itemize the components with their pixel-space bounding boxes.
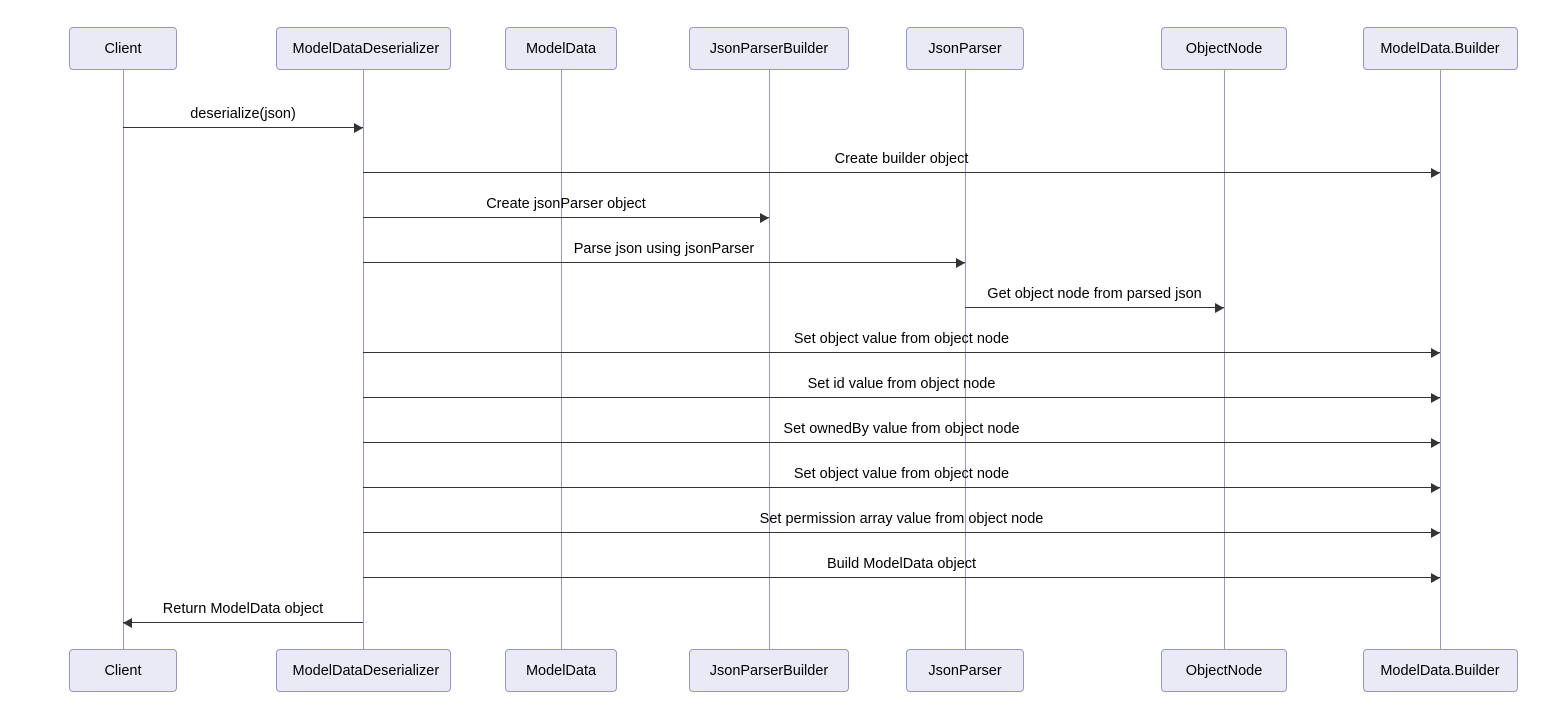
arrow-head-icon	[1431, 393, 1440, 403]
message-label: Set object value from object node	[794, 466, 1009, 482]
arrow-head-icon	[1215, 303, 1224, 313]
participant-label: ModelData	[526, 41, 596, 57]
message-label: deserialize(json)	[190, 106, 296, 122]
participant-label: ModelData.Builder	[1380, 41, 1499, 57]
message-arrow	[123, 127, 363, 128]
lifeline	[123, 70, 125, 650]
message-arrow	[363, 442, 1440, 443]
lifeline	[1224, 70, 1226, 650]
participant-label: ModelDataDeserializer	[293, 41, 440, 57]
participant-label: JsonParser	[928, 663, 1001, 679]
arrow-head-icon	[1431, 483, 1440, 493]
message-label: Set ownedBy value from object node	[783, 421, 1019, 437]
participant-box: JsonParserBuilder	[689, 649, 849, 692]
message-label: Build ModelData object	[827, 556, 976, 572]
participant-box: Client	[69, 27, 177, 70]
participant-label: ObjectNode	[1186, 41, 1263, 57]
arrow-head-icon	[760, 213, 769, 223]
arrow-head-icon	[1431, 168, 1440, 178]
lifeline	[561, 70, 563, 650]
message-label: Create builder object	[835, 151, 969, 167]
participant-box: Client	[69, 649, 177, 692]
participant-label: ModelData.Builder	[1380, 663, 1499, 679]
arrow-head-icon	[354, 123, 363, 133]
participant-box: ModelData.Builder	[1363, 649, 1518, 692]
message-label: Set id value from object node	[808, 376, 996, 392]
message-label: Create jsonParser object	[486, 196, 646, 212]
participant-label: ModelData	[526, 663, 596, 679]
message-arrow	[363, 172, 1440, 173]
message-label: Get object node from parsed json	[987, 286, 1201, 302]
message-label: Parse json using jsonParser	[574, 241, 755, 257]
message-arrow	[363, 217, 769, 218]
participant-label: JsonParserBuilder	[710, 41, 828, 57]
participant-box: JsonParserBuilder	[689, 27, 849, 70]
message-arrow	[965, 307, 1224, 308]
arrow-head-icon	[1431, 573, 1440, 583]
participant-box: ModelDataDeserializer	[276, 27, 451, 70]
participant-label: JsonParser	[928, 41, 1001, 57]
sequence-diagram: Client ModelDataDeserializer ModelData Json…	[10, 10, 1558, 710]
arrow-head-icon	[956, 258, 965, 268]
participant-box: ModelDataDeserializer	[276, 649, 451, 692]
lifeline	[1440, 70, 1442, 650]
message-arrow	[363, 262, 965, 263]
message-arrow	[363, 577, 1440, 578]
arrow-head-icon	[1431, 348, 1440, 358]
participant-box: ObjectNode	[1161, 27, 1287, 70]
message-label: Set object value from object node	[794, 331, 1009, 347]
participant-label: Client	[104, 41, 141, 57]
lifeline	[769, 70, 771, 650]
arrow-head-icon	[123, 618, 132, 628]
message-label: Return ModelData object	[163, 601, 323, 617]
participant-label: JsonParserBuilder	[710, 663, 828, 679]
participant-label: ObjectNode	[1186, 663, 1263, 679]
lifeline	[363, 70, 365, 650]
participant-box: JsonParser	[906, 27, 1024, 70]
participant-box: ModelData.Builder	[1363, 27, 1518, 70]
message-arrow	[363, 352, 1440, 353]
participant-box: ObjectNode	[1161, 649, 1287, 692]
message-label: Set permission array value from object n…	[760, 511, 1044, 527]
message-arrow	[363, 487, 1440, 488]
participant-box: ModelData	[505, 27, 617, 70]
participant-label: Client	[104, 663, 141, 679]
message-arrow	[363, 532, 1440, 533]
message-arrow	[123, 622, 363, 623]
participant-label: ModelDataDeserializer	[293, 663, 440, 679]
arrow-head-icon	[1431, 528, 1440, 538]
participant-box: JsonParser	[906, 649, 1024, 692]
participant-box: ModelData	[505, 649, 617, 692]
arrow-head-icon	[1431, 438, 1440, 448]
message-arrow	[363, 397, 1440, 398]
